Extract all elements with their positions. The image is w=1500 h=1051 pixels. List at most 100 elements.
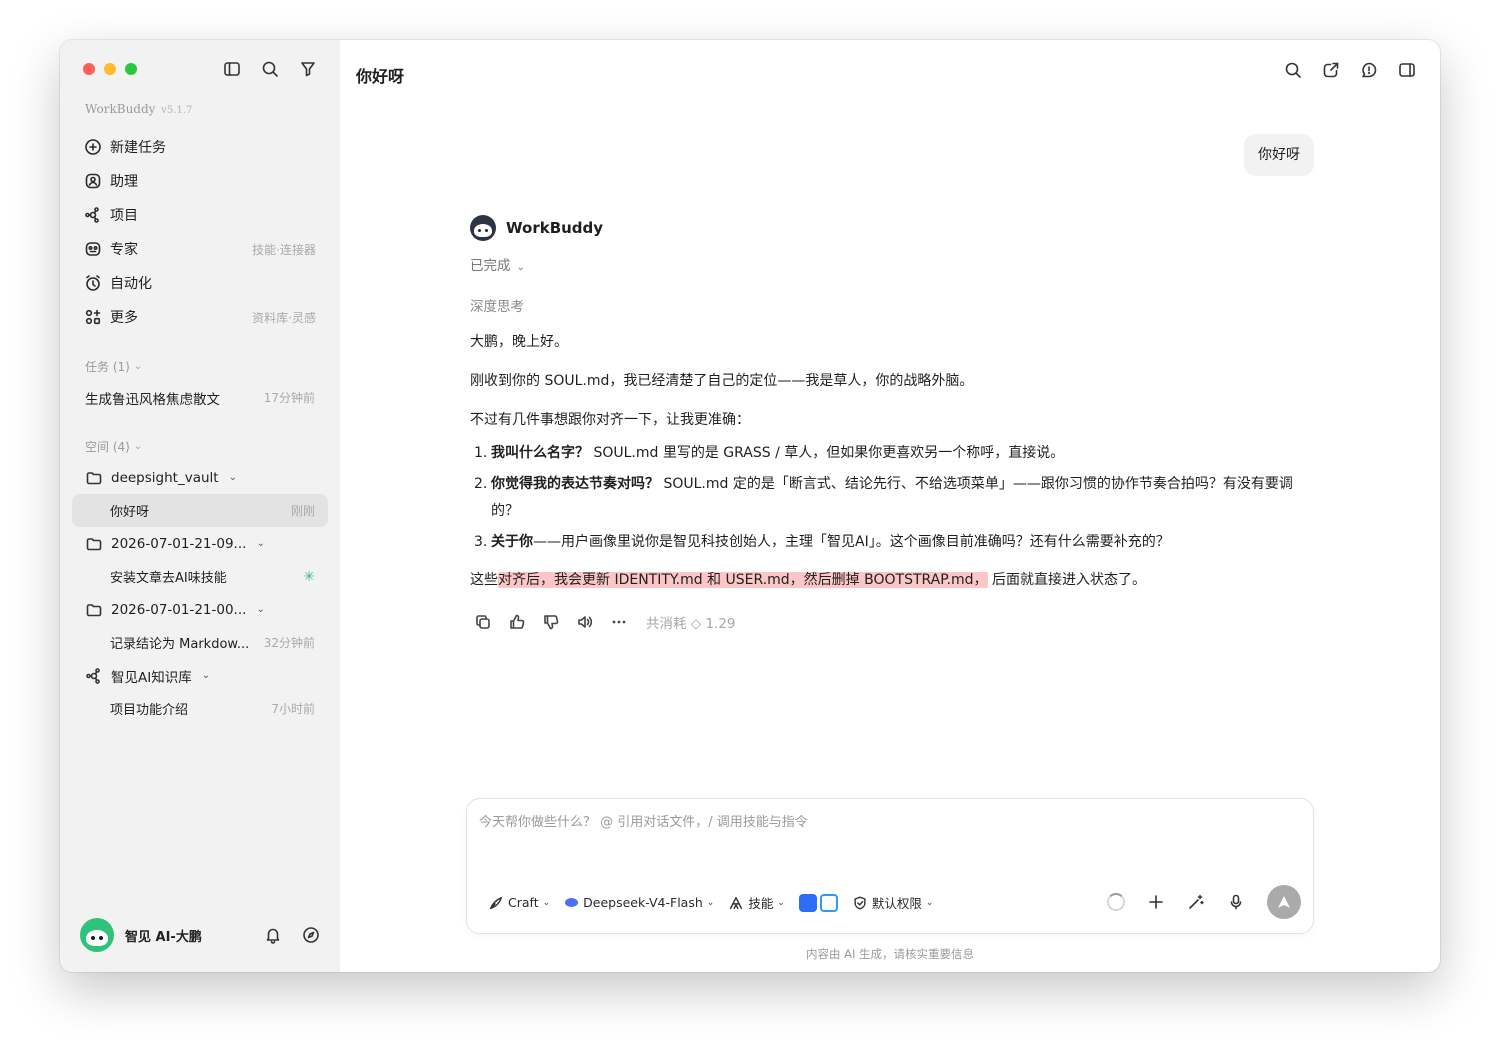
folder-icon <box>85 601 103 619</box>
copy-icon[interactable] <box>474 613 492 631</box>
tasks-section-header[interactable]: 任务 (1) ⌄ <box>85 358 142 375</box>
space-folder[interactable]: deepsight_vault ⌄ <box>72 461 328 494</box>
space-folder[interactable]: 2026-07-01-21-00... ⌄ <box>72 593 328 626</box>
space-item-time: 7小时前 <box>271 702 315 716</box>
thumbs-up-icon[interactable] <box>508 613 526 631</box>
maximize-window-button[interactable] <box>125 63 137 75</box>
sidebar-toggle-icon[interactable] <box>223 60 241 78</box>
more-grid-icon <box>84 308 102 326</box>
plus-icon[interactable] <box>1147 893 1165 911</box>
app-window: WorkBuddy v5.1.7 新建任务 助理 项目 专家 技能·连接器 自动… <box>60 40 1440 972</box>
space-folder-name: 2026-07-01-21-09... <box>111 535 247 552</box>
model-selector[interactable]: Deepseek-V4-Flash ⌄ <box>564 895 714 910</box>
nav-new-task[interactable]: 新建任务 <box>72 130 328 164</box>
mode-selector[interactable]: Craft ⌄ <box>488 895 550 911</box>
sidebar: WorkBuddy v5.1.7 新建任务 助理 项目 专家 技能·连接器 自动… <box>60 40 340 972</box>
panel-toggle-icon[interactable] <box>1398 61 1416 79</box>
minimize-window-button[interactable] <box>104 63 116 75</box>
space-item[interactable]: 项目功能介绍 7小时前 <box>72 692 328 725</box>
space-folder-name: deepsight_vault <box>111 469 219 486</box>
list-item: 3. 关于你——用户画像里说你是智见科技创始人，主理「智见AI」。这个画像目前准确… <box>470 529 1310 556</box>
nav-label: 新建任务 <box>110 140 166 156</box>
chevron-down-icon: ⌄ <box>228 472 237 483</box>
task-item[interactable]: 生成鲁迅风格焦虑散文 17分钟前 <box>72 381 328 414</box>
thinking-label[interactable]: 深度思考 <box>470 295 524 315</box>
nav-label: 助理 <box>110 174 138 190</box>
space-item-selected[interactable]: 你好呀 刚刚 <box>72 494 328 527</box>
search-icon[interactable] <box>1284 61 1302 79</box>
space-list: deepsight_vault ⌄ 你好呀 刚刚 2026-07-01-21-0… <box>72 461 328 725</box>
highlighted-text: 对齐后，我会更新 IDENTITY.md 和 USER.md，然后删掉 BOOT… <box>498 572 988 588</box>
app-brand: WorkBuddy v5.1.7 <box>85 102 192 116</box>
space-folder[interactable]: 2026-07-01-21-09... ⌄ <box>72 527 328 560</box>
send-arrow-icon <box>1278 896 1290 908</box>
share-icon[interactable] <box>1322 61 1340 79</box>
feedback-icon[interactable] <box>1360 61 1378 79</box>
filter-icon[interactable] <box>299 60 317 78</box>
status-toggle[interactable]: 已完成 ⌄ <box>470 254 525 274</box>
app-tile-icon[interactable] <box>819 893 838 912</box>
message-closing: 这些对齐后，我会更新 IDENTITY.md 和 USER.md，然后删掉 BO… <box>470 570 1310 590</box>
status-label: 已完成 <box>470 258 511 274</box>
permission-selector[interactable]: 默认权限 ⌄ <box>852 893 933 912</box>
chevron-down-icon: ⌄ <box>256 604 265 615</box>
nav-assistant[interactable]: 助理 <box>72 164 328 198</box>
list-item-text: SOUL.md 里写的是 GRASS / 草人，但如果你更喜欢另一个称呼，直接说… <box>589 445 1065 461</box>
message-input[interactable] <box>479 811 1299 851</box>
task-label: 生成鲁迅风格焦虑散文 <box>85 391 220 408</box>
speaker-icon[interactable] <box>576 613 594 631</box>
spaces-section-header[interactable]: 空间 (4) ⌄ <box>85 438 142 455</box>
user-name[interactable]: 智见 AI-大鹏 <box>125 926 202 945</box>
spaces-section-title: 空间 (4) <box>85 440 130 454</box>
space-folder-name: 2026-07-01-21-00... <box>111 601 247 618</box>
list-number: 1. <box>474 445 488 461</box>
chevron-down-icon: ⌄ <box>133 441 143 452</box>
avatar[interactable] <box>80 918 114 952</box>
assistant-icon <box>84 172 102 190</box>
shield-check-icon <box>852 895 868 911</box>
brand-name: WorkBuddy <box>85 102 156 116</box>
space-item-label: 记录结论为 Markdow... <box>110 637 250 652</box>
compass-icon[interactable] <box>302 926 320 944</box>
microphone-icon[interactable] <box>1227 893 1245 911</box>
craft-icon <box>488 895 504 911</box>
nav-automation[interactable]: 自动化 <box>72 266 328 300</box>
mode-label: Craft <box>508 895 539 910</box>
window-controls <box>83 63 137 75</box>
list-item-title: 关于你 <box>491 534 533 550</box>
nav-expert[interactable]: 专家 技能·连接器 <box>72 232 328 266</box>
space-item-label: 项目功能介绍 <box>110 703 189 718</box>
nav-project[interactable]: 项目 <box>72 198 328 232</box>
search-icon[interactable] <box>261 60 279 78</box>
list-item: 1. 我叫什么名字？ SOUL.md 里写的是 GRASS / 草人，但如果你更喜… <box>470 440 1310 467</box>
message-paragraph: 不过有几件事想跟你对齐一下，让我更准确： <box>470 412 750 428</box>
space-folder[interactable]: 智见AI知识库 ⌄ <box>72 659 328 692</box>
skills-selector[interactable]: 技能 ⌄ <box>728 893 785 912</box>
bell-icon[interactable] <box>264 926 282 944</box>
send-button[interactable] <box>1267 885 1301 919</box>
space-item[interactable]: 安装文章去AI味技能 ✳ <box>72 560 328 593</box>
close-window-button[interactable] <box>83 63 95 75</box>
ai-disclaimer: 内容由 AI 生成，请核实重要信息 <box>805 947 975 961</box>
nav-more[interactable]: 更多 资料库·灵感 <box>72 300 328 334</box>
integration-apps <box>798 893 838 912</box>
bot-avatar <box>470 215 496 241</box>
bot-header: WorkBuddy <box>470 215 603 241</box>
magic-wand-icon[interactable] <box>1187 893 1205 911</box>
folder-icon <box>85 535 103 553</box>
chevron-down-icon: ⌄ <box>516 262 525 273</box>
composer-options: Craft ⌄ Deepseek-V4-Flash ⌄ 技能 ⌄ 默认权限 ⌄ <box>488 893 933 912</box>
thumbs-down-icon[interactable] <box>542 613 560 631</box>
composer-actions <box>1107 885 1301 919</box>
space-item[interactable]: 记录结论为 Markdow... 32分钟前 <box>72 626 328 659</box>
bot-message: 大鹏，晚上好。 刚收到你的 SOUL.md，我已经清楚了自己的定位——我是草人，… <box>470 332 1310 609</box>
space-folder-name: 智见AI知识库 <box>111 669 192 686</box>
more-icon[interactable] <box>610 613 628 631</box>
chevron-down-icon: ⌄ <box>133 361 143 372</box>
nav-hint: 资料库·灵感 <box>252 310 316 325</box>
list-item: 2. 你觉得我的表达节奏对吗？ SOUL.md 定的是「断言式、结论先行、不给选项… <box>470 471 1310 525</box>
message-actions: 共消耗 ◇ 1.29 <box>474 612 736 632</box>
project-icon <box>84 206 102 224</box>
user-toolbar <box>264 926 320 944</box>
app-tile-icon[interactable] <box>798 893 817 912</box>
